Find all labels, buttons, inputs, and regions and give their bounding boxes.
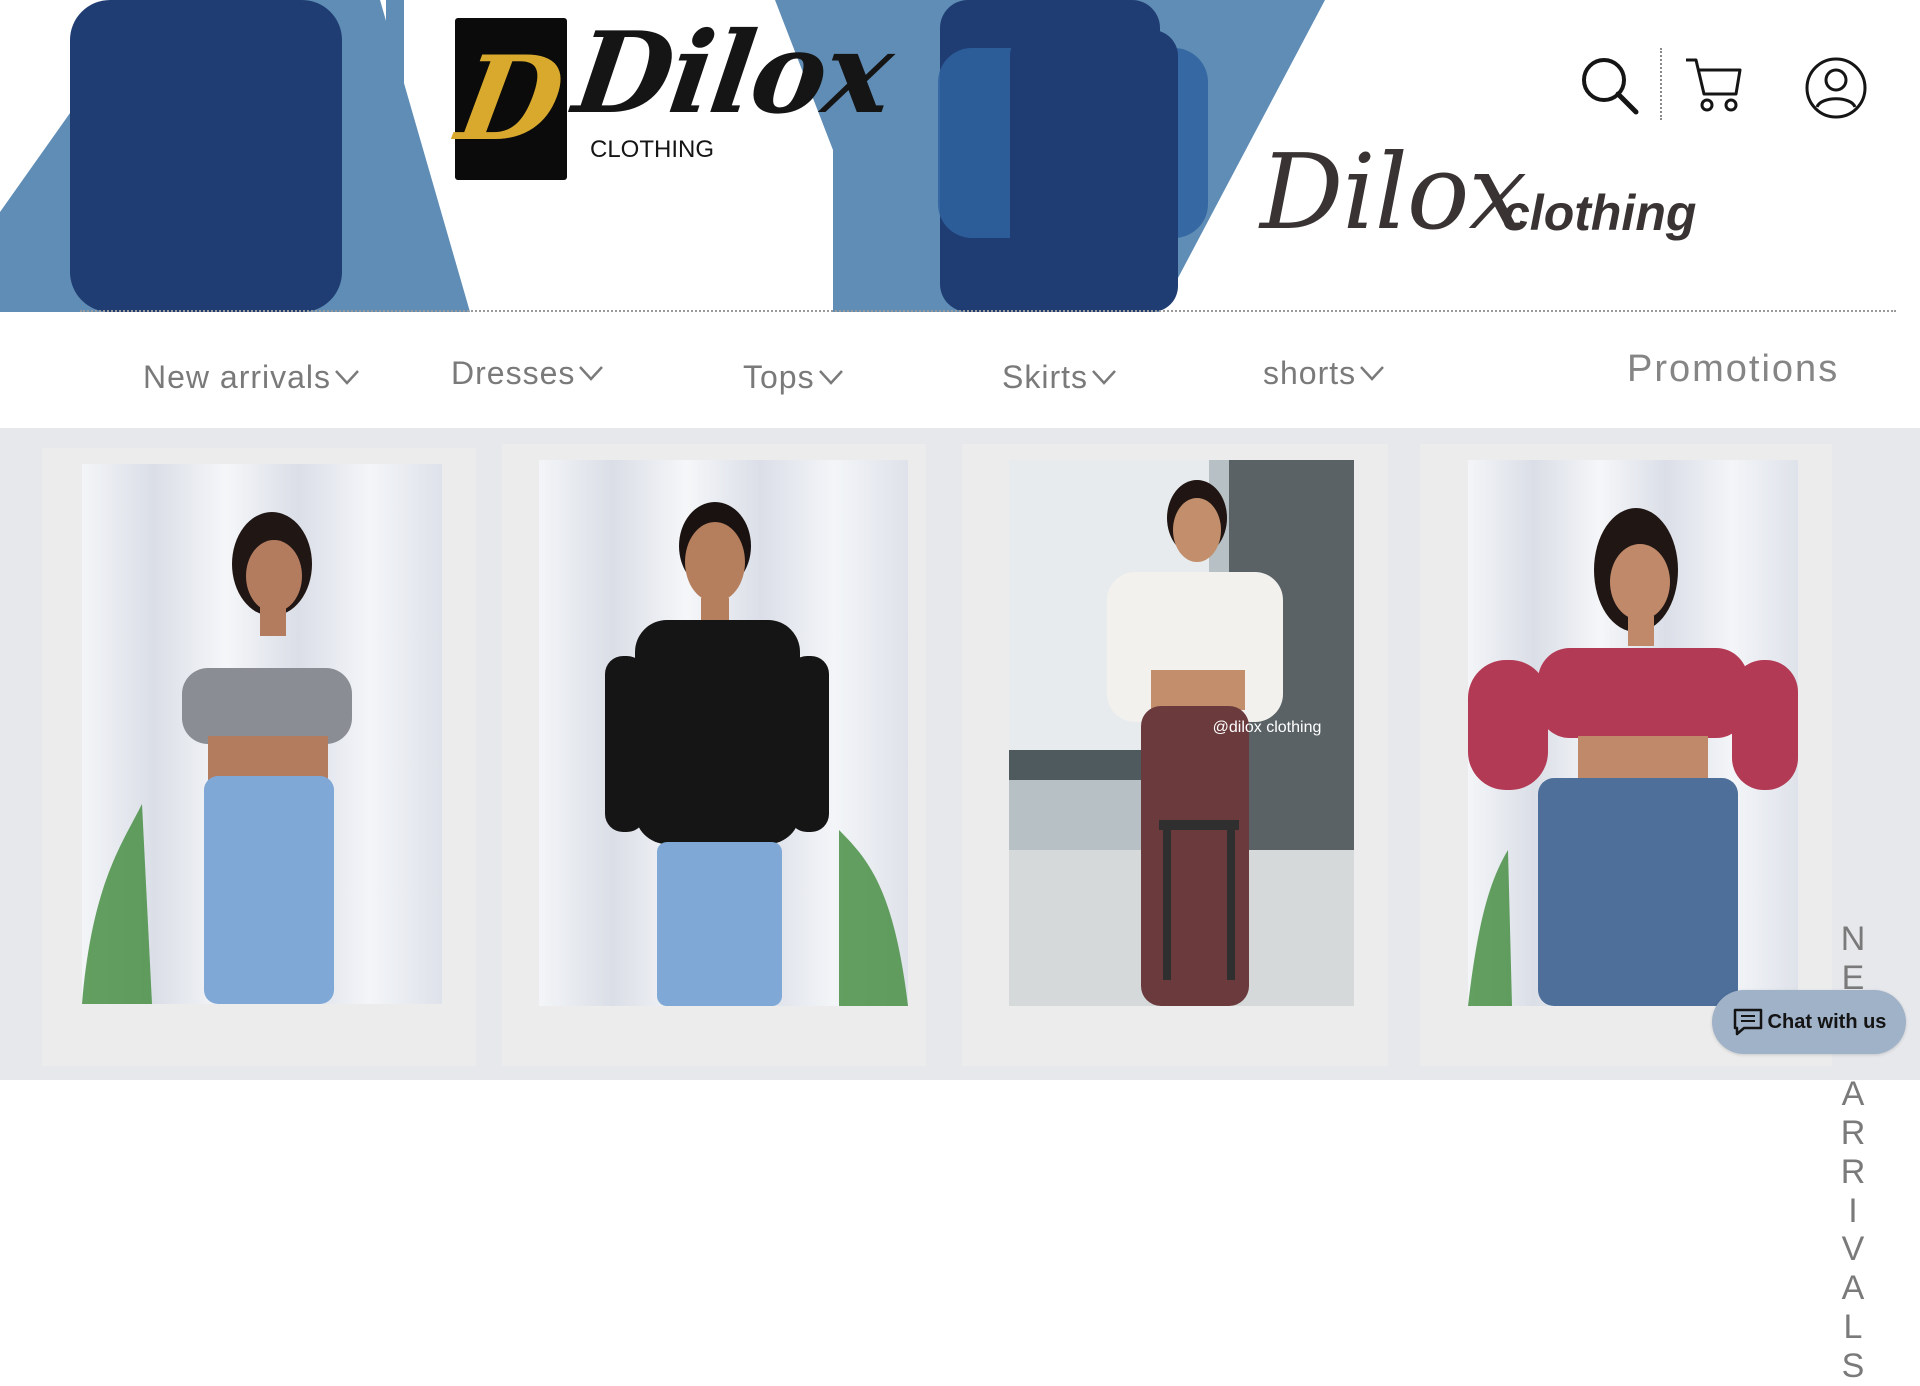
brand-logo-wordmark: Dilox — [566, 8, 899, 139]
nav-promotions[interactable]: Promotions — [1627, 346, 1839, 392]
model-figure — [1468, 508, 1798, 1006]
product-card[interactable] — [42, 448, 476, 1066]
nav-shorts-label: shorts — [1263, 354, 1357, 391]
photo-watermark: @dilox clothing — [1213, 719, 1322, 736]
account-button[interactable] — [1804, 56, 1868, 120]
main-navigation: New arrivals Dresses Tops Skirts shorts … — [0, 312, 1920, 428]
cart-icon — [1686, 58, 1742, 112]
header-banner: D Dilox CLOTHING Dilox clothing — [0, 0, 1920, 312]
vertical-letter: L — [1843, 1307, 1863, 1346]
user-icon — [1805, 57, 1867, 119]
nav-new-arrivals-label: New arrivals — [143, 358, 332, 395]
nav-skirts-label: Skirts — [1002, 358, 1088, 395]
chat-button-label: Chat with us — [1767, 1010, 1887, 1033]
nav-dresses-label: Dresses — [451, 354, 576, 391]
product-photo — [82, 464, 442, 1004]
search-icon — [1582, 58, 1639, 115]
vertical-letter: R — [1840, 1113, 1866, 1152]
nav-tops-label: Tops — [743, 358, 815, 395]
model-figure — [605, 502, 908, 1006]
vertical-letter: A — [1841, 1075, 1865, 1114]
cart-button[interactable] — [1684, 56, 1744, 114]
hero-dress-left — [70, 0, 342, 312]
nav-new-arrivals[interactable]: New arrivals — [143, 354, 360, 400]
vertical-letter: I — [1848, 1191, 1858, 1230]
product-card[interactable] — [502, 444, 926, 1066]
icon-separator — [1660, 48, 1662, 120]
model-figure: @dilox clothing — [1009, 460, 1354, 1006]
nav-promotions-label: Promotions — [1627, 347, 1840, 390]
chevron-down-icon — [1360, 366, 1385, 381]
nav-tops[interactable]: Tops — [743, 354, 844, 400]
nav-dresses[interactable]: Dresses — [451, 350, 604, 396]
product-card[interactable] — [1420, 444, 1832, 1066]
vertical-letter: S — [1841, 1346, 1865, 1385]
product-photo: @dilox clothing — [1009, 460, 1354, 1006]
product-photo — [1468, 460, 1798, 1006]
brand-title-suffix: clothing — [1502, 185, 1697, 241]
nav-shorts[interactable]: shorts — [1263, 350, 1385, 396]
vertical-letter: N — [1840, 920, 1866, 958]
chevron-down-icon — [335, 370, 359, 385]
product-card[interactable]: @dilox clothing — [962, 444, 1388, 1066]
chat-icon — [1733, 1008, 1762, 1036]
product-photo — [539, 460, 908, 1006]
search-button[interactable] — [1578, 54, 1640, 116]
vertical-letter: V — [1841, 1230, 1865, 1269]
brand-logo-mark: D — [449, 18, 573, 180]
product-grid: @dilox clothing N E W A R R — [0, 428, 1920, 1385]
model-figure — [82, 512, 352, 1004]
hero-banner-graphic — [0, 0, 1325, 312]
brand-logo-subtitle: CLOTHING — [590, 136, 715, 163]
vertical-letter: A — [1841, 1269, 1865, 1308]
chevron-down-icon — [579, 366, 604, 381]
chat-button[interactable]: Chat with us — [1712, 990, 1906, 1054]
logo-letter: D — [448, 31, 574, 167]
vertical-letter: R — [1840, 1152, 1866, 1191]
hero-dress-center — [1010, 30, 1178, 312]
chevron-down-icon — [818, 370, 843, 385]
brand-title: Dilox — [1260, 131, 1527, 253]
nav-skirts[interactable]: Skirts — [1002, 354, 1117, 400]
hero-shape-stripe — [386, 0, 404, 312]
chevron-down-icon — [1092, 370, 1116, 385]
